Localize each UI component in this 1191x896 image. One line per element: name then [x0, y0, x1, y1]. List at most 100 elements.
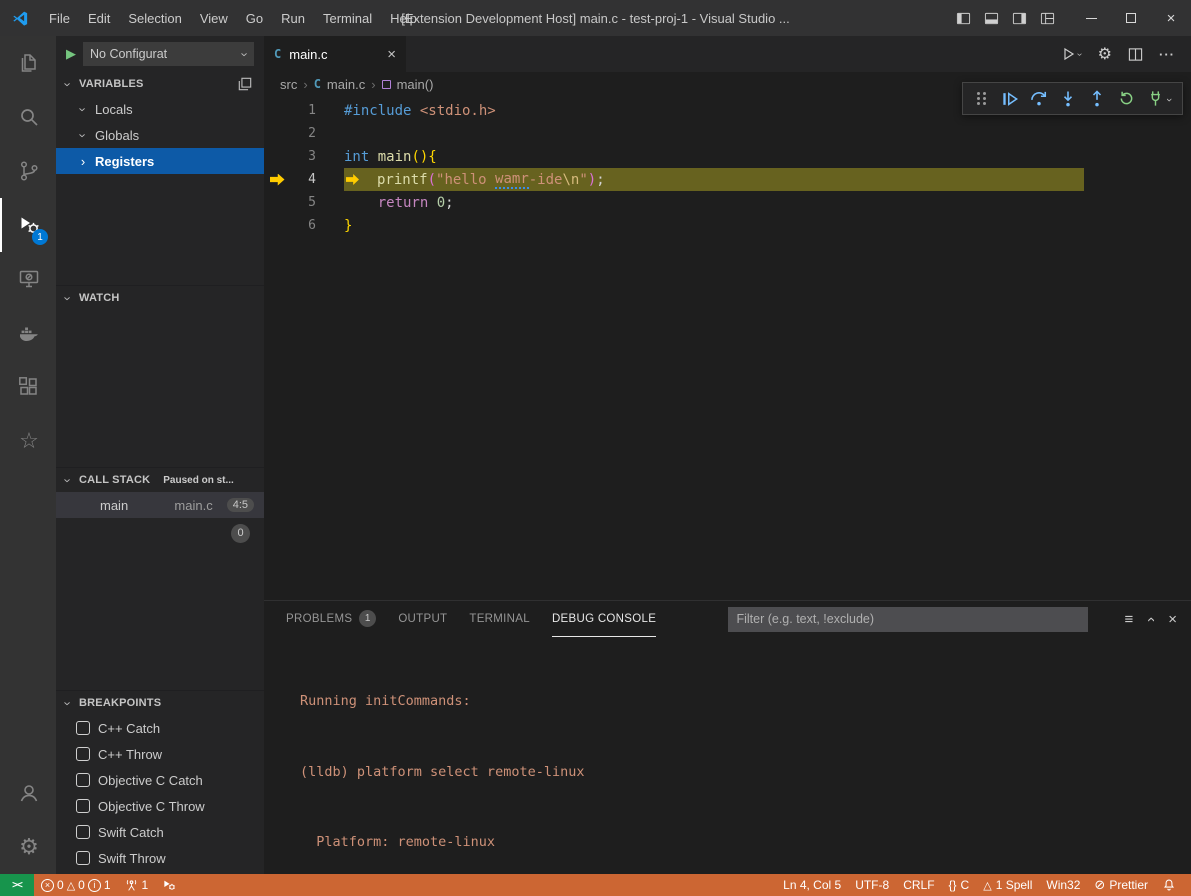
close-button[interactable]: × [1151, 0, 1191, 36]
variables-header[interactable]: › VARIABLES [56, 72, 264, 96]
debug-stackframe-icon[interactable] [264, 174, 290, 186]
sidebar-item-marketplace[interactable]: ☆ [0, 414, 56, 468]
breakpoint-objc-throw[interactable]: Objective C Throw [56, 793, 264, 819]
run-file-button[interactable]: › [1061, 46, 1081, 62]
breakpoint-swift-catch[interactable]: Swift Catch [56, 819, 264, 845]
watch-section: › WATCH [56, 285, 264, 467]
menu-file[interactable]: File [40, 11, 79, 26]
problems-count-badge: 1 [359, 610, 376, 627]
checkbox[interactable] [76, 747, 90, 761]
menu-run[interactable]: Run [272, 11, 314, 26]
customize-layout-icon[interactable] [1033, 0, 1061, 36]
maximize-panel-icon[interactable]: › [1148, 611, 1153, 628]
tab-terminal[interactable]: TERMINAL [469, 601, 530, 637]
debug-console-output[interactable]: Running initCommands: (lldb) platform se… [264, 637, 1191, 896]
menu-go[interactable]: Go [237, 11, 272, 26]
code-editor[interactable]: 1 #include <stdio.h> 2 3 int main(){ 4 p… [264, 96, 1191, 600]
code-token: "hello [436, 172, 495, 188]
breadcrumb-src[interactable]: src [280, 77, 297, 92]
section-title: BREAKPOINTS [79, 697, 161, 709]
launch-config-dropdown[interactable]: No Configurat › [83, 42, 254, 66]
minimize-button[interactable] [1071, 0, 1111, 36]
code-token: ; [596, 172, 604, 188]
checkbox[interactable] [76, 825, 90, 839]
code-line[interactable]: 3 int main(){ [264, 145, 1191, 168]
line-number: 5 [290, 195, 316, 210]
step-out-button[interactable] [1084, 86, 1110, 112]
chevron-down-icon: › [60, 77, 76, 92]
checkbox[interactable] [76, 799, 90, 813]
console-filter-input[interactable] [728, 607, 1088, 632]
debug-toolbar: › [962, 82, 1183, 115]
breakpoints-header[interactable]: › BREAKPOINTS [56, 691, 264, 715]
close-panel-icon[interactable]: × [1168, 611, 1177, 628]
code-line[interactable]: 2 [264, 122, 1191, 145]
restart-button[interactable] [1113, 86, 1139, 112]
breakpoint-objc-catch[interactable]: Objective C Catch [56, 767, 264, 793]
variables-item-registers[interactable]: › Registers [56, 148, 264, 174]
code-line[interactable]: 6 } [264, 214, 1191, 237]
code-token: { [428, 149, 436, 165]
accounts-button[interactable] [0, 766, 56, 820]
remote-indicator[interactable]: >< [0, 874, 34, 896]
toggle-secondary-sidebar-icon[interactable] [1005, 0, 1033, 36]
tab-problems[interactable]: PROBLEMS 1 [286, 601, 376, 637]
watch-header[interactable]: › WATCH [56, 286, 264, 310]
more-actions-icon[interactable]: ··· [1159, 47, 1175, 62]
sidebar-item-run-debug[interactable]: 1 [0, 198, 56, 252]
split-editor-icon[interactable] [1128, 47, 1143, 62]
code-token: ( [428, 172, 436, 188]
breakpoint-cpp-throw[interactable]: C++ Throw [56, 741, 264, 767]
sidebar-item-source-control[interactable] [0, 144, 56, 198]
step-over-button[interactable] [1026, 86, 1052, 112]
step-into-button[interactable] [1055, 86, 1081, 112]
code-token: " [579, 172, 587, 188]
maximize-button[interactable] [1111, 0, 1151, 36]
variables-item-globals[interactable]: › Globals [56, 122, 264, 148]
sidebar-item-extensions[interactable] [0, 360, 56, 414]
output-actions-icon[interactable]: ≡ [1124, 611, 1133, 628]
toggle-panel-icon[interactable] [977, 0, 1005, 36]
collapse-all-icon[interactable] [238, 77, 252, 91]
call-stack-section: › CALL STACK Paused on st... main main.c… [56, 467, 264, 690]
problems-status[interactable]: × 0 △ 0 i 1 [34, 878, 118, 892]
code-line[interactable]: 5 return 0; [264, 191, 1191, 214]
line-number: 4 [290, 172, 316, 187]
breakpoint-label: Swift Throw [98, 851, 166, 866]
sidebar-item-explorer[interactable] [0, 36, 56, 90]
sidebar-item-search[interactable] [0, 90, 56, 144]
ports-status[interactable]: 1 [118, 874, 156, 896]
menu-terminal[interactable]: Terminal [314, 11, 381, 26]
spell-check-token: wamr [495, 171, 529, 189]
toolbar-drag-handle[interactable] [968, 86, 994, 112]
continue-button[interactable] [997, 86, 1023, 112]
checkbox[interactable] [76, 721, 90, 735]
breakpoint-cpp-catch[interactable]: C++ Catch [56, 715, 264, 741]
chevron-down-icon[interactable]: › [1167, 91, 1177, 106]
start-debug-icon[interactable]: ▶ [66, 46, 76, 62]
tab-main-c[interactable]: C main.c × [264, 36, 406, 72]
sidebar-item-remote-explorer[interactable] [0, 252, 56, 306]
debug-status[interactable] [155, 874, 183, 896]
variables-item-locals[interactable]: › Locals [56, 96, 264, 122]
tab-debug-console[interactable]: DEBUG CONSOLE [552, 601, 656, 637]
breakpoint-swift-throw[interactable]: Swift Throw [56, 845, 264, 871]
settings-button[interactable]: ⚙ [0, 820, 56, 874]
editor-settings-icon[interactable]: ⚙ [1098, 44, 1112, 64]
tree-item-label: Locals [95, 102, 133, 117]
tab-output[interactable]: OUTPUT [398, 601, 447, 637]
menu-selection[interactable]: Selection [119, 11, 190, 26]
checkbox[interactable] [76, 851, 90, 865]
call-stack-header[interactable]: › CALL STACK Paused on st... [56, 468, 264, 492]
breadcrumb-symbol[interactable]: main() [397, 77, 434, 92]
breadcrumb-file[interactable]: main.c [327, 77, 365, 92]
code-line-current[interactable]: 4 printf("hello wamr-ide\n"); [264, 168, 1191, 191]
menu-edit[interactable]: Edit [79, 11, 119, 26]
inline-breakpoint-icon[interactable] [344, 174, 377, 185]
stack-frame-row[interactable]: main main.c 4:5 [56, 492, 264, 518]
close-tab-icon[interactable]: × [387, 46, 396, 63]
toggle-sidebar-icon[interactable] [949, 0, 977, 36]
sidebar-item-docker[interactable] [0, 306, 56, 360]
menu-view[interactable]: View [191, 11, 237, 26]
checkbox[interactable] [76, 773, 90, 787]
